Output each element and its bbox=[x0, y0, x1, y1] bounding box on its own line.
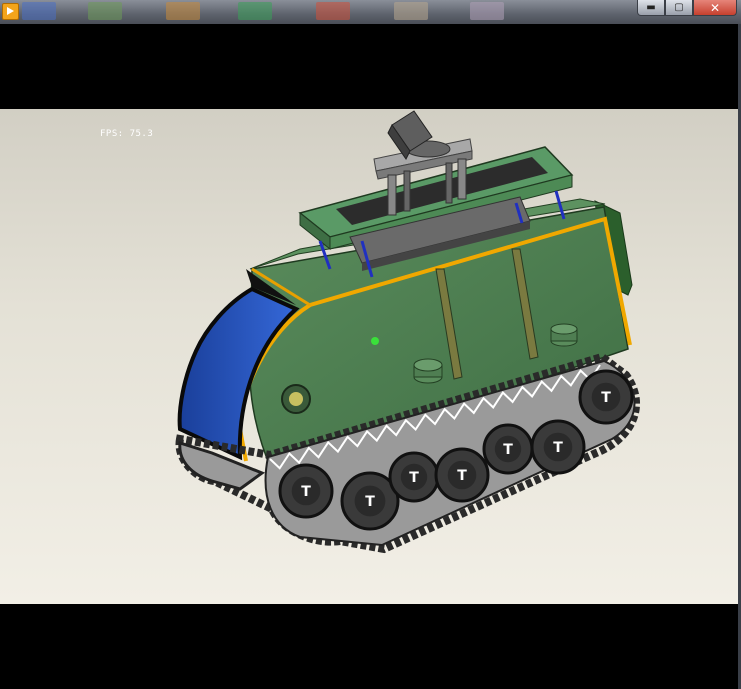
road-wheel: T bbox=[578, 369, 634, 425]
taskbar-thumbnail[interactable] bbox=[238, 2, 272, 20]
road-wheel: T bbox=[530, 419, 586, 475]
3d-viewport[interactable]: FPS: 75.3 T T T T T T T bbox=[0, 109, 741, 604]
letterbox-bottom bbox=[0, 604, 741, 689]
wheel-hub-label: T bbox=[457, 468, 467, 484]
green-indicator bbox=[371, 337, 379, 345]
minimize-icon[interactable]: ▬ bbox=[637, 0, 665, 16]
road-wheel: T bbox=[388, 451, 440, 503]
mast-leg-right bbox=[457, 158, 467, 200]
road-wheel: T bbox=[278, 463, 334, 519]
maximize-icon[interactable]: ▢ bbox=[665, 0, 693, 16]
taskbar-thumbnail[interactable] bbox=[470, 2, 504, 20]
wheel-hub-label: T bbox=[301, 484, 311, 500]
taskbar-thumbnail[interactable] bbox=[88, 2, 122, 20]
letterbox-top bbox=[0, 24, 741, 109]
taskbar-thumbnail[interactable] bbox=[166, 2, 200, 20]
wheel-hub-label: T bbox=[553, 440, 563, 456]
window-controls: ▬ ▢ ✕ bbox=[637, 0, 737, 16]
taskbar-thumbnail[interactable] bbox=[22, 2, 56, 20]
mast-leg-left bbox=[387, 174, 397, 216]
wheel-hub-label: T bbox=[601, 390, 611, 406]
road-wheel: T bbox=[434, 447, 490, 503]
robot-model[interactable]: T T T T T T T bbox=[0, 109, 741, 604]
wheel-hub-label: T bbox=[409, 470, 419, 486]
close-icon[interactable]: ✕ bbox=[693, 0, 737, 16]
road-wheel: T bbox=[482, 423, 534, 475]
play-icon[interactable] bbox=[2, 3, 19, 20]
title-bar: ▬ ▢ ✕ bbox=[0, 0, 741, 24]
taskbar-thumbnail[interactable] bbox=[316, 2, 350, 20]
wheel-hub-label: T bbox=[503, 442, 513, 458]
wheel-hub-label: T bbox=[365, 494, 375, 510]
taskbar-thumbnail[interactable] bbox=[394, 2, 428, 20]
